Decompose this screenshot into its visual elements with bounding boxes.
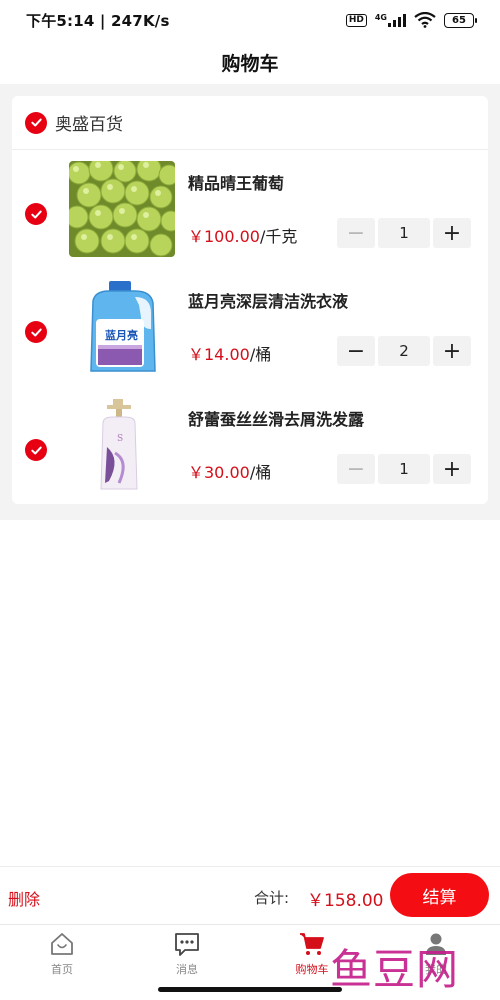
quantity-stepper: − 1 + xyxy=(337,454,471,484)
cart-item: S 舒蕾蚕丝丝滑去屑洗发露 ￥30.00/桶 − 1 + xyxy=(12,392,488,510)
shop-header: 奥盛百货 xyxy=(12,96,488,150)
check-icon xyxy=(30,446,42,454)
home-indicator xyxy=(158,987,342,992)
battery-icon: 65 xyxy=(444,12,477,28)
shop-select-checkbox[interactable] xyxy=(25,111,47,134)
price-value: ￥30.00 xyxy=(188,463,250,482)
signal-icon: 4G xyxy=(375,13,406,27)
cart-area: 奥盛百货 精品晴王葡萄 ￥100.00/千克 − 1 + 蓝月亮 蓝月亮深层清洁… xyxy=(0,84,500,520)
product-image-grapes[interactable] xyxy=(69,161,175,257)
checkout-button[interactable]: 结算 xyxy=(390,873,489,917)
tab-messages[interactable]: 消息 xyxy=(147,931,227,979)
decrease-button[interactable]: − xyxy=(337,336,375,366)
total-value: ￥158.00 xyxy=(307,891,384,911)
quantity-stepper: − 2 + xyxy=(337,336,471,366)
quantity-value[interactable]: 2 xyxy=(378,336,430,366)
increase-button[interactable]: + xyxy=(433,218,471,248)
product-image-shampoo[interactable]: S xyxy=(69,397,175,493)
svg-text:S: S xyxy=(117,434,123,444)
quantity-value[interactable]: 1 xyxy=(378,218,430,248)
item-select-checkbox[interactable] xyxy=(25,203,47,225)
increase-button[interactable]: + xyxy=(433,336,471,366)
network-label: 4G xyxy=(374,13,387,22)
price-value: ￥100.00 xyxy=(188,227,260,246)
tab-label: 购物车 xyxy=(295,963,329,976)
price-unit: /桶 xyxy=(249,463,272,482)
cart-item: 精品晴王葡萄 ￥100.00/千克 − 1 + xyxy=(12,156,488,274)
decrease-button[interactable]: − xyxy=(337,218,375,248)
total-label: 合计: xyxy=(254,889,290,907)
message-icon xyxy=(175,933,199,956)
status-icons: HD 4G 65 xyxy=(345,12,477,28)
tab-label: 消息 xyxy=(176,963,198,976)
product-price: ￥14.00/桶 xyxy=(188,341,271,365)
page-title: 购物车 xyxy=(221,52,279,75)
product-price: ￥100.00/千克 xyxy=(188,223,297,247)
item-select-checkbox[interactable] xyxy=(25,439,47,461)
product-name[interactable]: 舒蕾蚕丝丝滑去屑洗发露 xyxy=(188,406,364,430)
product-image-detergent[interactable]: 蓝月亮 xyxy=(69,279,175,375)
decrease-button[interactable]: − xyxy=(337,454,375,484)
price-unit: /千克 xyxy=(260,227,298,246)
tab-label: 首页 xyxy=(51,963,73,976)
shop-card: 奥盛百货 精品晴王葡萄 ￥100.00/千克 − 1 + 蓝月亮 蓝月亮深层清洁… xyxy=(12,96,488,504)
cart-item: 蓝月亮 蓝月亮深层清洁洗衣液 ￥14.00/桶 − 2 + xyxy=(12,274,488,392)
item-select-checkbox[interactable] xyxy=(25,321,47,343)
cart-icon xyxy=(300,933,324,955)
price-value: ￥14.00 xyxy=(188,345,250,364)
cart-action-bar: 删除 合计: ￥158.00 结算 xyxy=(0,866,500,924)
product-price: ￥30.00/桶 xyxy=(188,459,271,483)
check-icon xyxy=(30,328,42,336)
home-icon xyxy=(51,933,73,955)
quantity-stepper: − 1 + xyxy=(337,218,471,248)
status-bar: 下午5:14 | 247K/s HD 4G 65 xyxy=(0,0,500,40)
watermark: 鱼豆网 xyxy=(330,945,460,994)
increase-button[interactable]: + xyxy=(433,454,471,484)
product-name[interactable]: 蓝月亮深层清洁洗衣液 xyxy=(188,288,348,312)
check-icon xyxy=(30,210,42,218)
tab-home[interactable]: 首页 xyxy=(22,931,102,979)
price-unit: /桶 xyxy=(249,345,272,364)
hd-icon: HD xyxy=(345,13,367,27)
check-icon xyxy=(30,118,42,127)
wifi-icon xyxy=(414,12,436,28)
status-time-speed: 下午5:14 | 247K/s xyxy=(26,11,170,30)
product-name[interactable]: 精品晴王葡萄 xyxy=(188,170,284,194)
detergent-label: 蓝月亮 xyxy=(105,328,138,342)
shop-name[interactable]: 奥盛百货 xyxy=(55,110,123,135)
quantity-value[interactable]: 1 xyxy=(378,454,430,484)
delete-button[interactable]: 删除 xyxy=(8,886,40,910)
